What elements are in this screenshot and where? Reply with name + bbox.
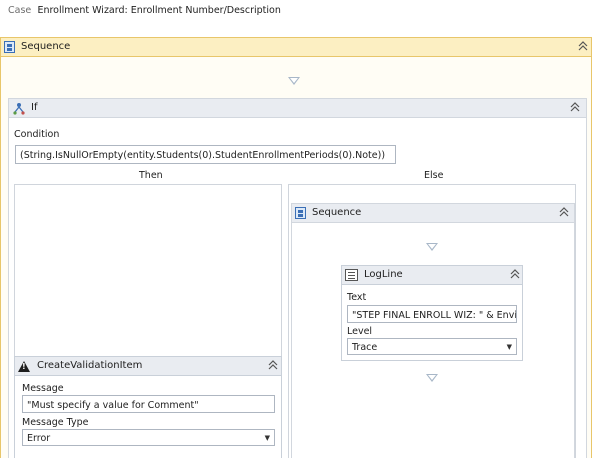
message-type-value: Error: [27, 433, 51, 444]
logline-level-value: Trace: [352, 342, 378, 353]
breadcrumb: Case Enrollment Wizard: Enrollment Numbe…: [8, 5, 408, 19]
inner-sequence-title: Sequence: [312, 207, 362, 218]
outer-sequence-header[interactable]: Sequence: [0, 37, 592, 57]
inner-sequence-header[interactable]: Sequence: [291, 203, 575, 223]
message-type-label: Message Type: [22, 417, 89, 428]
warning-icon: [18, 361, 30, 372]
logline-activity-header[interactable]: LogLine: [341, 265, 523, 285]
breadcrumb-kind: Case: [8, 5, 32, 16]
sequence-icon: [295, 207, 306, 219]
sequence-icon: [4, 41, 15, 53]
log-icon: [345, 269, 358, 281]
logline-level-label: Level: [347, 326, 373, 337]
create-validation-item-header[interactable]: CreateValidationItem: [14, 356, 282, 376]
if-activity-header[interactable]: If: [8, 98, 587, 118]
else-label: Else: [424, 170, 444, 181]
if-branch-icon: [13, 103, 25, 115]
logline-text-label: Text: [347, 292, 367, 303]
collapse-logline-icon[interactable]: [510, 269, 520, 279]
logline-level-select[interactable]: Trace ▼: [347, 338, 517, 355]
collapse-inner-sequence-icon[interactable]: [559, 207, 569, 217]
create-validation-item-title: CreateValidationItem: [37, 360, 143, 371]
outer-sequence-title: Sequence: [21, 41, 71, 52]
collapse-outer-sequence-icon[interactable]: [578, 41, 588, 51]
message-field[interactable]: "Must specify a value for Comment": [22, 395, 275, 413]
dropdown-arrow-icon: ▼: [264, 434, 270, 442]
condition-field[interactable]: (String.IsNullOrEmpty(entity.Students(0)…: [15, 145, 396, 164]
dropdown-arrow-icon: ▼: [506, 343, 512, 351]
collapse-create-validation-item-icon[interactable]: [268, 360, 278, 370]
message-label: Message: [22, 383, 64, 394]
if-activity-title: If: [31, 102, 38, 113]
message-type-select[interactable]: Error ▼: [22, 429, 275, 446]
then-label: Then: [139, 170, 163, 181]
drop-target-icon[interactable]: [426, 243, 438, 251]
drop-target-icon[interactable]: [426, 374, 438, 382]
breadcrumb-title: Enrollment Wizard: Enrollment Number/Des…: [37, 5, 281, 16]
collapse-if-icon[interactable]: [570, 102, 580, 112]
logline-text-field[interactable]: "STEP FINAL ENROLL WIZ: " & Envir: [347, 305, 517, 323]
logline-title: LogLine: [364, 269, 403, 280]
condition-label: Condition: [14, 129, 60, 140]
drop-target-icon[interactable]: [288, 77, 300, 85]
